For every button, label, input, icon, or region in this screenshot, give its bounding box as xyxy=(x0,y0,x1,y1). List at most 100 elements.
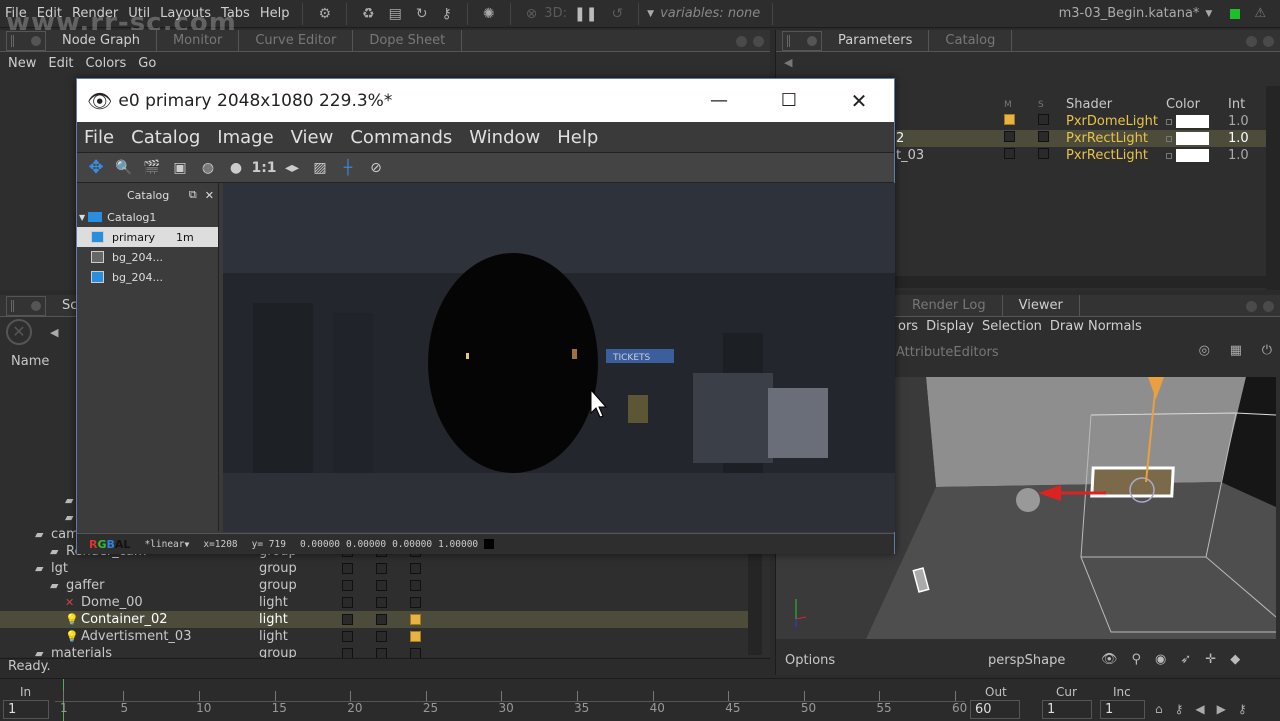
checkbox-2[interactable] xyxy=(376,580,387,591)
menu-image[interactable]: Image xyxy=(217,127,273,148)
globe-pick-icon[interactable]: ◍ xyxy=(197,157,219,179)
close-icon[interactable] xyxy=(1263,300,1274,312)
catalog-item[interactable]: primary 1m xyxy=(77,227,218,247)
maximize-icon[interactable] xyxy=(1246,35,1257,47)
menu-help[interactable]: Help xyxy=(557,127,598,148)
play-icon[interactable]: ▶ xyxy=(1217,702,1226,716)
minimize-button[interactable]: — xyxy=(684,90,754,111)
checkbox-1[interactable] xyxy=(342,631,353,642)
shader-name[interactable]: PxrRectLight xyxy=(1066,131,1166,146)
maximize-icon[interactable] xyxy=(1246,300,1257,312)
picture-icon[interactable]: ▨ xyxy=(309,157,331,179)
checkbox-1[interactable] xyxy=(342,563,353,574)
pointer-icon[interactable]: ➶ xyxy=(1180,652,1191,667)
zoom-icon[interactable]: 🔍 xyxy=(113,157,135,179)
menu-edit[interactable]: Edit xyxy=(48,56,73,71)
increment-input[interactable]: 1 xyxy=(1100,700,1145,719)
checkbox-1[interactable] xyxy=(342,597,353,608)
tab-render-log[interactable]: Render Log xyxy=(896,295,1003,316)
image-stack-icon[interactable]: ▣ xyxy=(169,157,191,179)
shader-name[interactable]: PxrRectLight xyxy=(1066,148,1166,163)
menu-display[interactable]: Display xyxy=(926,319,974,334)
back-arrow-icon[interactable]: ◀ xyxy=(784,56,792,69)
checkbox-3[interactable] xyxy=(410,563,421,574)
power-icon[interactable]: ⏻ xyxy=(1262,343,1272,358)
back-arrow-icon[interactable]: ◀ xyxy=(50,326,58,339)
dropdown-arrow-icon[interactable]: ▼ xyxy=(647,9,654,19)
intensity-value[interactable]: 1.0 xyxy=(1228,131,1249,146)
tab-dope-sheet[interactable]: Dope Sheet xyxy=(353,30,463,51)
menu-file[interactable]: File xyxy=(84,127,114,148)
out-frame-input[interactable]: 60 xyxy=(970,700,1020,719)
close-icon[interactable] xyxy=(1263,35,1274,47)
in-frame-input[interactable]: 1 xyxy=(3,700,49,719)
catalog-item[interactable]: bg_204... xyxy=(77,267,218,287)
variables-dropdown[interactable]: variables: none xyxy=(660,6,760,21)
rendered-image[interactable]: TICKETS xyxy=(223,183,895,532)
pan-icon[interactable]: ✥ xyxy=(85,157,107,179)
colorspace-dropdown[interactable]: *linear▼ xyxy=(144,539,189,550)
refresh-icon[interactable]: ↻ xyxy=(416,6,428,22)
timeline-scrubber[interactable]: 1 5 10 15 20 25 30 35 40 45 50 55 60 xyxy=(55,679,967,721)
checkbox-2[interactable] xyxy=(376,563,387,574)
catalog-item[interactable]: bg_204... xyxy=(77,247,218,267)
close-icon[interactable] xyxy=(753,35,764,47)
tab-monitor[interactable]: Monitor xyxy=(157,30,240,51)
intensity-value[interactable]: 1.0 xyxy=(1228,114,1249,129)
menu-view[interactable]: View xyxy=(291,127,334,148)
checkbox-3[interactable] xyxy=(410,597,421,608)
camera-icon[interactable]: ◎ xyxy=(1199,343,1210,358)
one-to-one-button[interactable]: 1:1 xyxy=(251,157,276,179)
eye-icon[interactable]: 👁 xyxy=(1101,652,1118,667)
checkbox-2[interactable] xyxy=(376,631,387,642)
step-back-icon[interactable]: ◀ xyxy=(1195,702,1204,716)
catalog-root[interactable]: ▼ Catalog1 xyxy=(77,207,218,227)
next-key-icon[interactable]: ⚷ xyxy=(1238,702,1247,716)
scenegraph-row[interactable]: ✕ Dome_00 light xyxy=(0,594,760,611)
menu-draw-normals[interactable]: Draw Normals xyxy=(1050,319,1142,334)
color-pick-icon[interactable] xyxy=(1166,118,1172,125)
checkbox-3[interactable] xyxy=(410,631,421,642)
crosshair-icon[interactable]: ┼ xyxy=(337,157,359,179)
scenegraph-row[interactable]: ▰ gaffer group xyxy=(0,577,760,594)
home-icon[interactable]: ⌂ xyxy=(1155,702,1163,716)
light-row[interactable]: PxrDomeLight 1.0 xyxy=(896,113,1280,130)
sphere-pick-icon[interactable]: ● xyxy=(225,157,247,179)
prev-key-icon[interactable]: ⚷ xyxy=(1175,702,1184,716)
maximize-icon[interactable] xyxy=(736,35,747,47)
expand-arrow-icon[interactable]: ▼ xyxy=(79,213,85,222)
mute-checkbox[interactable] xyxy=(1004,131,1015,142)
color-swatch[interactable] xyxy=(1176,115,1209,128)
current-frame-input[interactable]: 1 xyxy=(1042,700,1092,719)
reload-icon[interactable]: ↺ xyxy=(611,6,623,22)
key-icon[interactable]: ⚷ xyxy=(442,6,452,22)
solo-checkbox[interactable] xyxy=(1038,148,1049,159)
checkbox-3[interactable] xyxy=(410,580,421,591)
pin-icon[interactable]: ⚲ xyxy=(1132,652,1142,667)
tab-viewer[interactable]: Viewer xyxy=(1002,295,1080,316)
render-icon[interactable]: ✺ xyxy=(483,6,495,22)
checkbox-2[interactable] xyxy=(376,614,387,625)
close-button[interactable]: ✕ xyxy=(824,89,894,113)
shader-name[interactable]: PxrDomeLight xyxy=(1066,114,1166,129)
color-swatch[interactable] xyxy=(1176,132,1209,145)
light-row[interactable]: t_03 PxrRectLight 1.0 xyxy=(896,147,1280,164)
vertical-scrollbar[interactable] xyxy=(1266,86,1280,290)
window-titlebar[interactable]: 👁 e0 primary 2048x1080 229.3%* — ☐ ✕ xyxy=(77,79,894,122)
solo-checkbox[interactable] xyxy=(1038,131,1049,142)
menu-colors[interactable]: Colors xyxy=(86,56,127,71)
maximize-button[interactable]: ☐ xyxy=(754,90,824,111)
scenegraph-row[interactable]: 💡 Advertisment_03 light xyxy=(0,628,760,645)
light-row[interactable]: 2 PxrRectLight 1.0 xyxy=(896,130,1280,147)
scenegraph-row[interactable]: 💡 Container_02 light xyxy=(0,611,760,628)
tab-parameters[interactable]: Parameters xyxy=(822,30,930,51)
float-icon[interactable]: ⧉ xyxy=(189,188,197,202)
color-swatch[interactable] xyxy=(1176,149,1209,162)
color-pick-icon[interactable] xyxy=(1166,135,1172,142)
cancel-icon[interactable]: ⊗ xyxy=(526,6,538,22)
menu-go[interactable]: Go xyxy=(138,56,156,71)
aperture-icon[interactable]: ◉ xyxy=(1155,652,1166,667)
project-dropdown[interactable]: m3-03_Begin.katana* xyxy=(1059,6,1200,21)
menu-catalog[interactable]: Catalog xyxy=(131,127,200,148)
panel-handle[interactable] xyxy=(6,31,46,51)
